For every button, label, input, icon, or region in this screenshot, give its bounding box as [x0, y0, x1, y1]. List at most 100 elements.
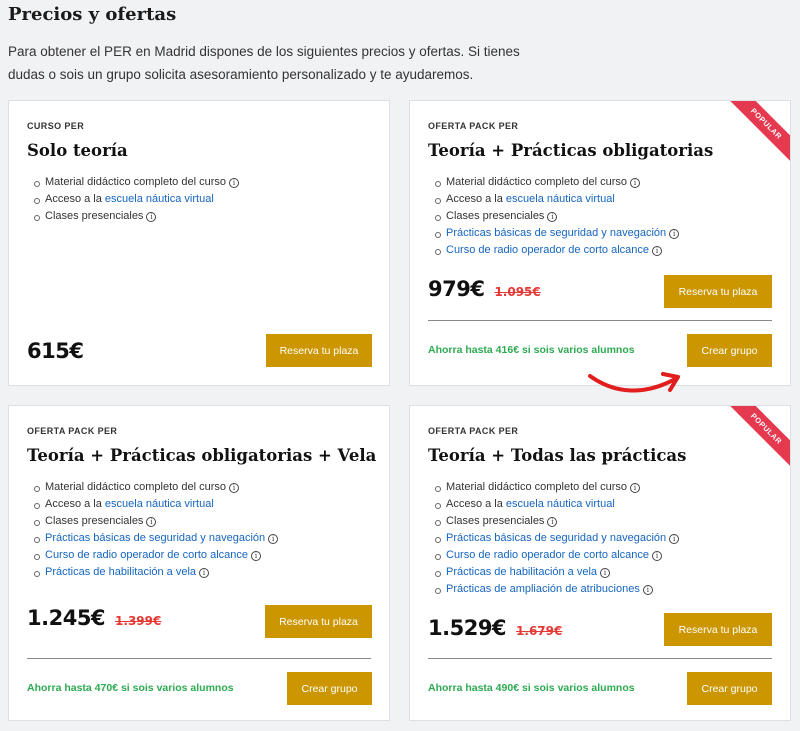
- feature-item: Curso de radio operador de corto alcance…: [434, 242, 679, 259]
- savings-text: Ahorra hasta 416€ si sois varios alumnos: [428, 344, 635, 356]
- info-icon[interactable]: i: [629, 483, 640, 493]
- arrow-annotation: [588, 372, 680, 393]
- card-eyebrow: CURSO PER: [27, 121, 85, 131]
- feature-text: Acceso a la: [446, 193, 506, 205]
- feature-link[interactable]: escuela náutica virtual: [506, 498, 615, 510]
- info-icon[interactable]: i: [652, 246, 663, 256]
- feature-text: Clases presenciales: [45, 210, 144, 222]
- savings-text: Ahorra hasta 490€ si sois varios alumnos: [428, 682, 635, 694]
- feature-item: Prácticas de habilitación a vela i: [33, 564, 278, 581]
- feature-link[interactable]: Prácticas básicas de seguridad y navegac…: [446, 532, 666, 544]
- old-price: 1.095€: [494, 285, 541, 299]
- feature-text: Acceso a la: [45, 193, 105, 205]
- feature-item: Material didáctico completo del curso i: [434, 174, 679, 191]
- price: 615€: [27, 339, 84, 363]
- info-icon[interactable]: i: [642, 585, 653, 595]
- feature-link[interactable]: escuela náutica virtual: [105, 498, 214, 510]
- feature-text: Clases presenciales: [45, 515, 144, 527]
- divider: [428, 658, 772, 659]
- card-eyebrow: OFERTA PACK PER: [428, 121, 519, 131]
- reserve-button[interactable]: Reserva tu plaza: [265, 605, 372, 638]
- feature-list: Material didáctico completo del curso i Ac…: [33, 479, 279, 581]
- feature-item: Material didáctico completo del curso i: [434, 479, 679, 496]
- feature-link[interactable]: escuela náutica virtual: [105, 193, 214, 205]
- intro-text: Para obtener el PER en Madrid dispones d…: [8, 44, 520, 82]
- info-icon[interactable]: i: [251, 551, 262, 561]
- feature-text: Clases presenciales: [446, 210, 545, 222]
- info-icon[interactable]: i: [669, 534, 680, 544]
- pricing-card-todas-practicas: POPULAR OFERTA PACK PER Teoría + Todas l…: [409, 405, 791, 721]
- feature-item: Acceso a la escuela náutica virtual: [434, 191, 679, 208]
- feature-list: Material didáctico completo del curso i Ac…: [434, 174, 680, 259]
- popular-ribbon: POPULAR: [725, 406, 790, 470]
- feature-link[interactable]: escuela náutica virtual: [506, 193, 615, 205]
- reserve-button[interactable]: Reserva tu plaza: [266, 334, 372, 367]
- feature-link[interactable]: Prácticas de ampliación de atribuciones: [446, 583, 640, 595]
- pricing-card-teoria-practicas: POPULAR OFERTA PACK PER Teoría + Práctic…: [409, 100, 791, 386]
- feature-link[interactable]: Prácticas de habilitación a vela: [446, 566, 597, 578]
- create-group-button[interactable]: Crear grupo: [687, 672, 772, 705]
- info-icon[interactable]: i: [652, 551, 663, 561]
- price: 979€: [428, 277, 485, 301]
- divider: [428, 320, 772, 321]
- feature-item: Material didáctico completo del curso i: [34, 174, 239, 191]
- reserve-button[interactable]: Reserva tu plaza: [664, 275, 772, 308]
- card-title: Teoría + Prácticas obligatorias: [428, 141, 714, 160]
- feature-text: Acceso a la: [446, 498, 506, 510]
- feature-item: Acceso a la escuela náutica virtual: [434, 496, 679, 513]
- feature-list: Material didáctico completo del curso i Ac…: [434, 479, 680, 598]
- card-title: Teoría + Todas las prácticas: [428, 446, 687, 465]
- feature-item: Clases presenciales i: [434, 513, 679, 530]
- feature-link[interactable]: Prácticas básicas de seguridad y navegac…: [45, 532, 265, 544]
- old-price: 1.679€: [516, 624, 563, 638]
- feature-text: Material didáctico completo del curso: [45, 176, 226, 188]
- feature-item: Prácticas básicas de seguridad y navegac…: [33, 530, 279, 547]
- feature-item: Prácticas básicas de seguridad y navegac…: [434, 225, 680, 242]
- price-row: 1.245€ 1.399€: [27, 606, 161, 630]
- card-title: Teoría + Prácticas obligatorias + Vela: [27, 446, 377, 465]
- info-icon[interactable]: i: [547, 212, 558, 222]
- feature-text: Material didáctico completo del curso: [446, 481, 627, 493]
- feature-item: Clases presenciales i: [33, 513, 278, 530]
- feature-link[interactable]: Curso de radio operador de corto alcance: [446, 549, 649, 561]
- info-icon[interactable]: i: [669, 229, 680, 239]
- price-row: 979€ 1.095€: [428, 277, 541, 301]
- feature-item: Material didáctico completo del curso i: [33, 479, 278, 496]
- info-icon[interactable]: i: [146, 517, 157, 527]
- info-icon[interactable]: i: [547, 517, 558, 527]
- create-group-button[interactable]: Crear grupo: [687, 334, 772, 367]
- feature-link[interactable]: Prácticas básicas de seguridad y navegac…: [446, 227, 666, 239]
- feature-text: Material didáctico completo del curso: [45, 481, 226, 493]
- feature-list: Material didáctico completo del curso i Ac…: [34, 174, 239, 225]
- info-icon[interactable]: i: [268, 534, 279, 544]
- page-title: Precios y ofertas: [8, 4, 177, 25]
- card-title: Solo teoría: [27, 141, 128, 160]
- feature-item: Acceso a la escuela náutica virtual: [34, 191, 239, 208]
- info-icon[interactable]: i: [228, 178, 239, 188]
- info-icon[interactable]: i: [228, 483, 239, 493]
- feature-item: Curso de radio operador de corto alcance…: [434, 547, 679, 564]
- info-icon[interactable]: i: [600, 568, 611, 578]
- feature-item: Acceso a la escuela náutica virtual: [33, 496, 278, 513]
- feature-link[interactable]: Curso de radio operador de corto alcance: [446, 244, 649, 256]
- savings-text: Ahorra hasta 470€ si sois varios alumnos: [27, 682, 234, 694]
- feature-text: Clases presenciales: [446, 515, 545, 527]
- feature-item: Prácticas básicas de seguridad y navegac…: [434, 530, 680, 547]
- divider: [27, 658, 371, 659]
- info-icon[interactable]: i: [146, 212, 157, 222]
- feature-item: Curso de radio operador de corto alcance…: [33, 547, 278, 564]
- feature-link[interactable]: Prácticas de habilitación a vela: [45, 566, 196, 578]
- price: 1.245€: [27, 606, 106, 630]
- price: 1.529€: [428, 616, 507, 640]
- reserve-button[interactable]: Reserva tu plaza: [664, 613, 772, 646]
- feature-link[interactable]: Curso de radio operador de corto alcance: [45, 549, 248, 561]
- info-icon[interactable]: i: [629, 178, 640, 188]
- create-group-button[interactable]: Crear grupo: [287, 672, 372, 705]
- feature-item: Clases presenciales i: [34, 208, 239, 225]
- feature-text: Acceso a la: [45, 498, 105, 510]
- pricing-card-teoria-practicas-vela: OFERTA PACK PER Teoría + Prácticas oblig…: [8, 405, 390, 721]
- info-icon[interactable]: i: [199, 568, 210, 578]
- feature-item: Prácticas de habilitación a vela i: [434, 564, 679, 581]
- popular-ribbon: POPULAR: [725, 101, 790, 165]
- feature-item: Prácticas de ampliación de atribuciones i: [434, 581, 679, 598]
